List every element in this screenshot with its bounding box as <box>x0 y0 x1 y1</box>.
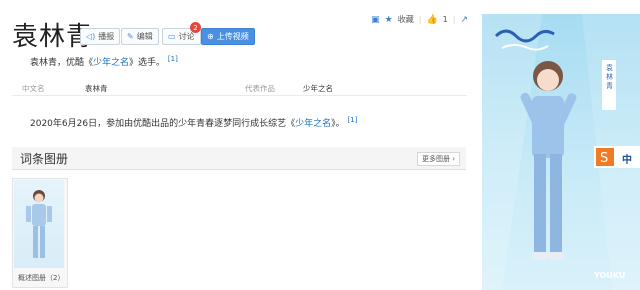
play-button[interactable]: ◁) 播报 <box>80 28 121 45</box>
summary-text: 袁林青，优酷《少年之名》选手。 [1] <box>30 55 178 68</box>
info-key-chinese-name: 中文名 <box>22 84 45 93</box>
svg-text:S: S <box>600 151 608 166</box>
info-val-chinese-name: 袁林青 <box>85 84 108 93</box>
album-label[interactable]: 概述图册（2） <box>18 273 64 283</box>
reference-link[interactable]: [1] <box>168 55 178 63</box>
share-arrow-icon[interactable]: ↗ <box>460 15 468 25</box>
body-link[interactable]: 少年之名 <box>295 119 331 129</box>
upload-video-button[interactable]: ⊕ 上传视频 <box>201 28 255 45</box>
discuss-label: 讨论 <box>178 32 195 41</box>
star-icon[interactable]: ★ <box>385 15 393 25</box>
edit-button[interactable]: ✎ 编辑 <box>121 28 159 45</box>
youku-logo-text: YOUKU <box>594 271 626 280</box>
chat-icon: ▭ <box>168 32 176 41</box>
edit-label: 编辑 <box>136 32 153 41</box>
info-divider <box>12 95 467 96</box>
body-suffix: 》。 <box>331 119 345 129</box>
album-thumbnail[interactable] <box>14 180 64 268</box>
thumbs-up-icon[interactable]: 👍 <box>426 15 437 25</box>
reference-link[interactable]: [1] <box>348 116 358 124</box>
upload-label: 上传视频 <box>216 32 249 41</box>
poster-art: S <box>482 14 640 290</box>
discuss-count-badge: 2 <box>190 22 201 33</box>
chevron-right-icon: › <box>450 155 456 163</box>
info-val-works-link[interactable]: 少年之名 <box>303 83 333 94</box>
speaker-icon: ◁) <box>86 32 96 41</box>
plus-circle-icon: ⊕ <box>207 32 214 41</box>
entry-poster-image[interactable]: S 袁林青 中 YOUKU <box>482 14 640 290</box>
gallery-section-bar <box>12 147 466 170</box>
pencil-icon: ✎ <box>127 32 134 41</box>
info-key-works: 代表作品 <box>245 84 275 93</box>
summary-suffix: 》选手。 <box>129 58 166 68</box>
poster-side-text: 袁林青 <box>606 64 613 90</box>
play-label: 播报 <box>98 32 115 41</box>
gallery-section-title: 词条图册 <box>20 152 69 166</box>
divider: | <box>452 15 456 24</box>
body-paragraph: 2020年6月26日，参加由优酷出品的少年青春逐梦同行成长综艺《少年之名》。 [… <box>30 116 357 129</box>
divider: | <box>418 15 422 24</box>
summary-link[interactable]: 少年之名 <box>93 58 129 68</box>
like-count: 1 <box>442 15 448 24</box>
top-actions: ▣ ★ 收藏 | 👍 1 | ↗ <box>371 14 468 25</box>
more-albums-label: 更多图册 <box>422 155 450 163</box>
collect-label[interactable]: 收藏 <box>398 14 414 25</box>
share-icon[interactable]: ▣ <box>371 15 380 25</box>
body-prefix: 2020年6月26日，参加由优酷出品的少年青春逐梦同行成长综艺《 <box>30 119 296 129</box>
person-figure-icon <box>26 190 52 258</box>
poster-badge-text: 中 <box>622 155 632 166</box>
summary-prefix: 袁林青，优酷《 <box>30 58 94 68</box>
more-albums-button[interactable]: 更多图册 › <box>417 152 461 166</box>
